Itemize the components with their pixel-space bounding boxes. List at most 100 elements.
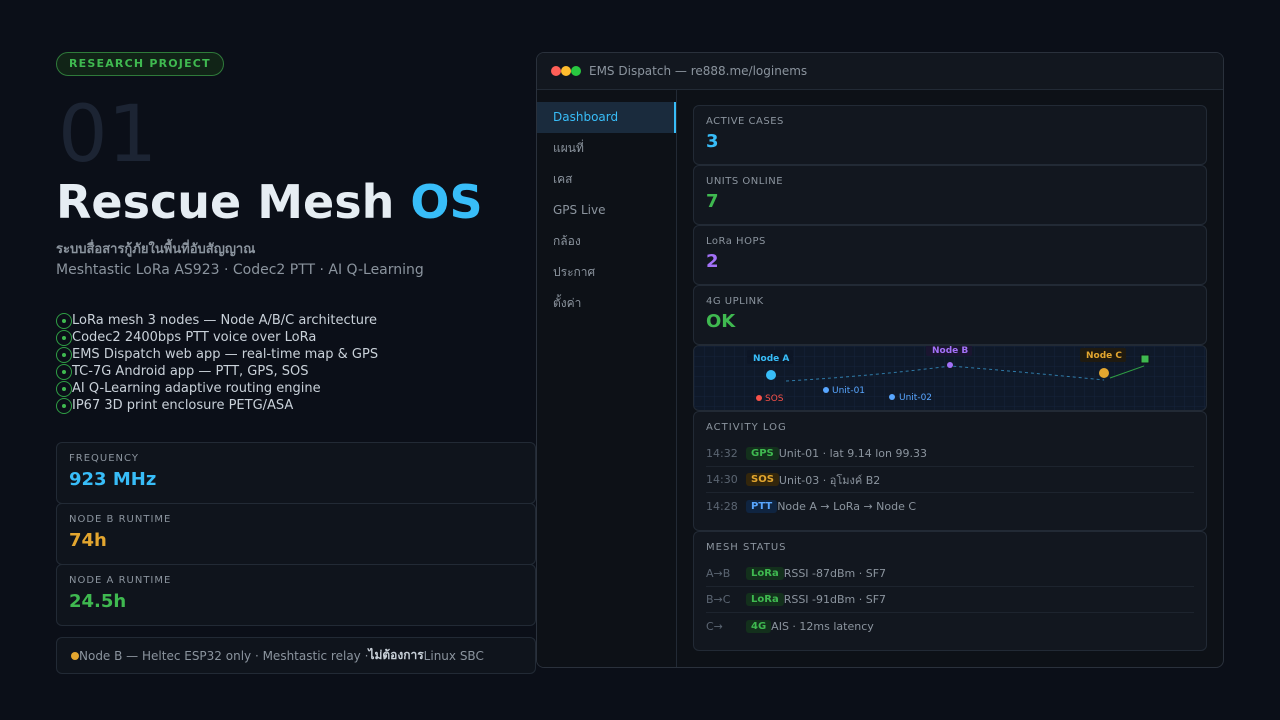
mesh-link-id: A→B xyxy=(706,567,731,580)
section-number: 01 xyxy=(58,90,158,180)
mesh-tag: LoRa xyxy=(746,567,784,580)
log-tag: SOS xyxy=(746,473,779,486)
feature-text: IP67 3D print enclosure PETG/ASA xyxy=(72,398,294,413)
kpi-label: UNITS ONLINE xyxy=(706,176,784,187)
feature-text: Codec2 2400bps PTT voice over LoRa xyxy=(72,330,317,345)
mesh-status: MESH STATUS A→B LoRa RSSI -87dBm · SF7 B… xyxy=(693,531,1207,651)
sidebar-item-camera[interactable]: กล้อง xyxy=(537,226,676,257)
note-text: Node B — Heltec ESP32 only · Meshtastic … xyxy=(79,648,369,663)
check-icon xyxy=(56,346,72,363)
mesh-link-id: C→ xyxy=(706,619,723,633)
check-icon xyxy=(56,329,72,346)
check-icon xyxy=(56,380,72,397)
title-bar: EMS Dispatch — re888.me/loginems xyxy=(537,53,1223,90)
stat-frequency: FREQUENCY 923 MHz xyxy=(56,442,536,504)
note-emphasis: ไม่ต้องการ xyxy=(368,648,424,662)
node-b-label: Node B xyxy=(932,346,968,356)
mesh-row[interactable]: B→C LoRa RSSI -91dBm · SF7 xyxy=(706,587,1194,613)
kpi-label: 4G UPLINK xyxy=(706,296,764,307)
kpi-value: 3 xyxy=(706,131,719,152)
node-c-marker[interactable] xyxy=(1099,368,1109,378)
stat-node-b-runtime: NODE B RUNTIME 74h xyxy=(56,503,536,565)
mesh-map-canvas: Node A Node B Node C SOS Unit-01 Unit-02 xyxy=(694,346,1206,410)
sidebar-item-gps-live[interactable]: GPS Live xyxy=(537,195,676,226)
node-a-label: Node A xyxy=(753,354,789,364)
unit-01-label[interactable]: Unit-01 xyxy=(832,386,865,396)
maximize-light-icon[interactable] xyxy=(571,66,581,76)
activity-log: ACTIVITY LOG 14:32 GPS Unit-01 · lat 9.1… xyxy=(693,411,1207,531)
stat-value: 74h xyxy=(69,530,107,551)
node-a-marker[interactable] xyxy=(766,370,776,380)
log-row[interactable]: 14:32 GPS Unit-01 · lat 9.14 lon 99.33 xyxy=(706,441,1194,467)
mesh-map[interactable]: Node A Node B Node C SOS Unit-01 Unit-02 xyxy=(693,345,1207,411)
feature-item: LoRa mesh 3 nodes — Node A/B/C architect… xyxy=(56,312,378,329)
mesh-desc: RSSI -91dBm · SF7 xyxy=(783,593,887,606)
app-window: EMS Dispatch — re888.me/loginems Dashboa… xyxy=(536,52,1224,668)
title-accent: OS xyxy=(410,175,483,229)
node-b-marker[interactable] xyxy=(947,362,953,368)
feature-text: TC-7G Android app — PTT, GPS, SOS xyxy=(72,364,309,379)
sos-label: SOS xyxy=(765,394,784,404)
log-tag: GPS xyxy=(746,447,779,460)
feature-list: LoRa mesh 3 nodes — Node A/B/C architect… xyxy=(56,312,378,414)
unit-02-label[interactable]: Unit-02 xyxy=(899,393,932,403)
mesh-tag: LoRa xyxy=(746,593,784,606)
stat-label: NODE A RUNTIME xyxy=(69,575,172,586)
log-time: 14:28 xyxy=(706,499,738,513)
feature-item: Codec2 2400bps PTT voice over LoRa xyxy=(56,329,378,346)
title-main: Rescue Mesh xyxy=(56,175,411,229)
subtitle-thai: ระบบสื่อสารกู้ภัยในพื้นที่อับสัญญาณ xyxy=(56,242,256,257)
check-icon xyxy=(56,397,72,414)
sidebar-item-settings[interactable]: ตั้งค่า xyxy=(537,288,676,319)
close-light-icon[interactable] xyxy=(551,66,561,76)
hardware-note: Node B — Heltec ESP32 only · Meshtastic … xyxy=(56,637,536,674)
kpi-label: LoRa HOPS xyxy=(706,236,766,247)
bullet-icon xyxy=(71,651,79,660)
sos-dot-icon xyxy=(756,395,762,401)
unit-dot-icon xyxy=(823,387,829,393)
kpi-4g-uplink: 4G UPLINK OK xyxy=(693,285,1207,345)
kpi-units-online: UNITS ONLINE 7 xyxy=(693,165,1207,225)
mesh-row[interactable]: C→ 4G AIS · 12ms latency xyxy=(706,613,1194,639)
kpi-label: ACTIVE CASES xyxy=(706,116,784,127)
sidebar-item-dashboard[interactable]: Dashboard xyxy=(537,102,676,133)
note-text-end: Linux SBC xyxy=(423,648,484,663)
mesh-link-id: B→C xyxy=(706,593,731,606)
kpi-value: 2 xyxy=(706,251,719,272)
log-desc: Unit-01 · lat 9.14 lon 99.33 xyxy=(778,447,927,460)
sidebar-item-map[interactable]: แผนที่ xyxy=(537,133,676,164)
feature-text: AI Q-Learning adaptive routing engine xyxy=(72,381,321,396)
feature-item: IP67 3D print enclosure PETG/ASA xyxy=(56,397,378,414)
feature-item: EMS Dispatch web app — real-time map & G… xyxy=(56,346,378,363)
node-c-label: Node C xyxy=(1086,351,1122,361)
stat-node-a-runtime: NODE A RUNTIME 24.5h xyxy=(56,564,536,626)
mesh-tag: 4G xyxy=(746,619,772,633)
check-icon xyxy=(56,363,72,380)
stat-value: 923 MHz xyxy=(69,469,157,490)
section-header: ACTIVITY LOG xyxy=(706,422,787,433)
log-row[interactable]: 14:28 PTT Node A → LoRa → Node C xyxy=(706,493,1194,519)
window-title: EMS Dispatch — re888.me/loginems xyxy=(589,64,808,78)
feature-item: AI Q-Learning adaptive routing engine xyxy=(56,380,378,397)
mesh-desc: RSSI -87dBm · SF7 xyxy=(783,567,887,580)
log-time: 14:30 xyxy=(706,473,738,486)
log-tag: PTT xyxy=(746,499,778,513)
kpi-active-cases: ACTIVE CASES 3 xyxy=(693,105,1207,165)
log-desc: Node A → LoRa → Node C xyxy=(777,499,917,513)
log-time: 14:32 xyxy=(706,447,738,460)
unit-dot-icon xyxy=(889,394,895,400)
feature-text: EMS Dispatch web app — real-time map & G… xyxy=(72,347,379,362)
minimize-light-icon[interactable] xyxy=(561,66,571,76)
log-row[interactable]: 14:30 SOS Unit-03 · อุโมงค์ B2 xyxy=(706,467,1194,493)
feature-item: TC-7G Android app — PTT, GPS, SOS xyxy=(56,363,378,380)
stat-label: NODE B RUNTIME xyxy=(69,514,172,525)
project-badge: RESEARCH PROJECT xyxy=(56,52,224,76)
sidebar-item-cases[interactable]: เคส xyxy=(537,164,676,195)
uplink-tower-icon xyxy=(1140,354,1150,364)
mesh-row[interactable]: A→B LoRa RSSI -87dBm · SF7 xyxy=(706,561,1194,587)
stat-value: 24.5h xyxy=(69,591,127,612)
sidebar-item-announcements[interactable]: ประกาศ xyxy=(537,257,676,288)
page-title: Rescue Mesh OS xyxy=(56,176,483,228)
subtitle-english: Meshtastic LoRa AS923 · Codec2 PTT · AI … xyxy=(56,262,424,278)
mesh-desc: AIS · 12ms latency xyxy=(771,619,874,633)
